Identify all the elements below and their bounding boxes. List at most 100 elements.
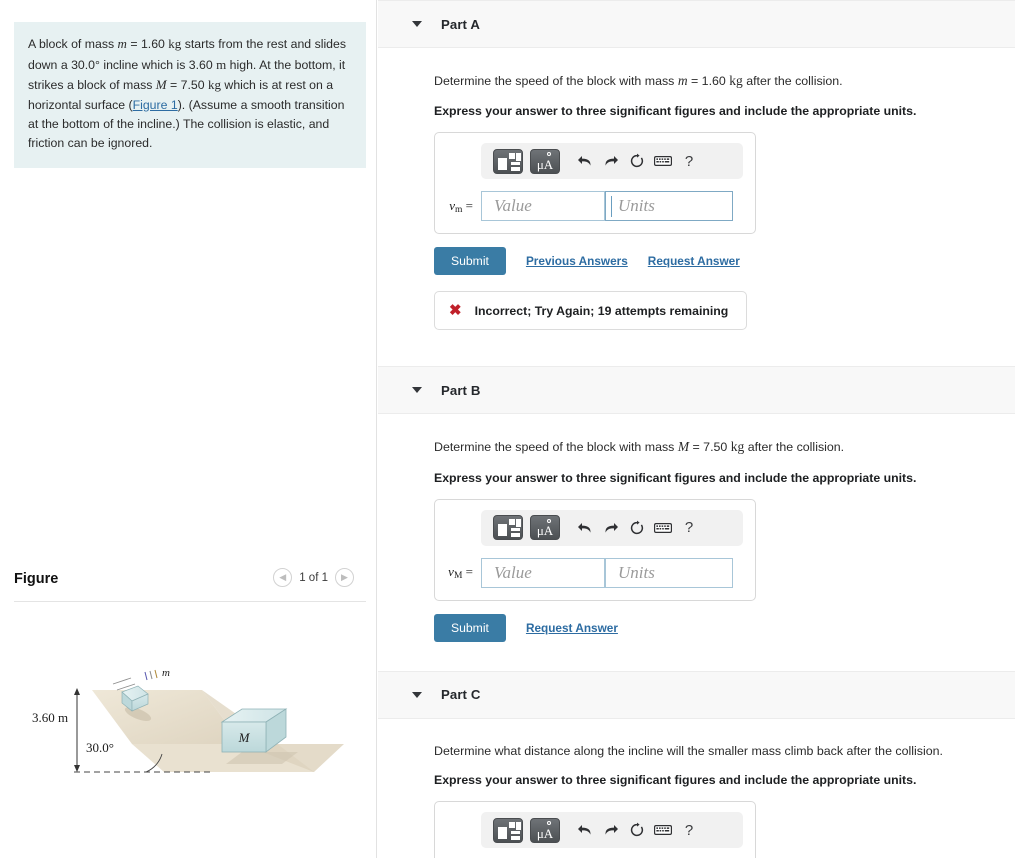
part-b-input-row: vM = Value Units [447, 557, 743, 588]
collapse-caret-icon[interactable] [412, 387, 422, 394]
collapse-caret-icon[interactable] [412, 21, 422, 27]
part-b-prompt: Determine the speed of the block with ma… [434, 414, 1024, 457]
figure-title: Figure [14, 571, 59, 587]
angle-label: 30.0° [86, 740, 114, 755]
part-a-answer-widget: μA ? vm = Value Units [434, 132, 756, 235]
figure-1-link[interactable]: Figure 1 [133, 98, 178, 112]
part-c-prompt: Determine what distance along the inclin… [434, 743, 943, 758]
height-label: 3.60 m [32, 710, 68, 725]
unit-kg: kg [168, 36, 182, 51]
problem-statement: A block of mass m = 1.60 kg starts from … [14, 22, 366, 168]
mass-M-symbol: M [155, 77, 167, 93]
unit-m: m [216, 56, 227, 72]
part-b-title: Part B [441, 382, 481, 398]
undo-icon[interactable] [572, 817, 598, 843]
math-template-button[interactable] [493, 817, 523, 843]
mass-m-symbol: m [117, 36, 127, 51]
keyboard-icon[interactable] [650, 148, 676, 174]
prompt-run: Determine the speed of the block with ma… [434, 74, 678, 88]
part-b-body: Determine the speed of the block with ma… [378, 414, 1024, 670]
part-a-previous-answers-link[interactable]: Previous Answers [526, 254, 628, 268]
right-panel: Part A Determine the speed of the block … [378, 0, 1024, 858]
incline-surface [92, 690, 242, 744]
prompt-run: after the collision. [742, 74, 843, 88]
part-c-body: Determine what distance along the inclin… [378, 719, 1024, 858]
left-panel: A block of mass m = 1.60 kg starts from … [0, 0, 377, 858]
part-c-header[interactable]: Part C [378, 670, 1015, 719]
units-template-button[interactable]: μA [530, 148, 560, 174]
part-c-answer-widget: μA ? d′A = [434, 801, 756, 858]
math-template-button[interactable] [493, 515, 523, 540]
keyboard-icon[interactable] [650, 515, 676, 541]
part-b-toolbar: μA ? [481, 509, 743, 546]
part-c-toolbar: μA ? [481, 812, 743, 849]
prompt-run: after the collision. [744, 440, 845, 455]
units-template-button[interactable]: μA [530, 515, 560, 540]
part-b-instruction: Express your answer to three significant… [434, 470, 917, 485]
prompt-variable: m [677, 73, 688, 88]
incline-collision-diagram: m M 3.60 m 30.0° [32, 667, 344, 773]
prompt-unit: kg [729, 73, 743, 88]
part-a-title: Part A [441, 16, 480, 32]
unit-kg: kg [208, 77, 222, 93]
part-a-toolbar: μA ? [481, 143, 743, 180]
variable-subscript: m [455, 204, 463, 215]
part-a-header[interactable]: Part A [378, 0, 1015, 48]
part-a-feedback: ✖ Incorrect; Try Again; 19 attempts rema… [434, 291, 748, 331]
math-template-button[interactable] [493, 148, 523, 174]
page-root: A block of mass m = 1.60 kg starts from … [0, 0, 1024, 858]
part-a-submit-row: Submit Previous Answers Request Answer [434, 247, 1024, 276]
redo-icon[interactable] [598, 817, 624, 843]
figure-page-indicator: 1 of 1 [299, 571, 328, 584]
part-a-instruction: Express your answer to three significant… [434, 104, 917, 119]
help-icon[interactable]: ? [676, 817, 702, 843]
part-b-submit-button[interactable]: Submit [434, 613, 506, 642]
error-x-icon: ✖ [449, 302, 462, 320]
units-template-button[interactable]: μA [530, 817, 560, 843]
part-b-answer-widget: μA ? vM = Value Units [434, 498, 756, 601]
part-a-value-input[interactable]: Value [481, 191, 605, 222]
height-arrow-top [74, 688, 80, 695]
part-b-request-answer-link[interactable]: Request Answer [526, 621, 618, 635]
prompt-unit: kg [730, 439, 745, 455]
reset-icon[interactable] [624, 148, 650, 174]
part-a-input-row: vm = Value Units [447, 191, 743, 222]
ring-accent-icon [547, 152, 551, 157]
units-button-label: μA [536, 156, 554, 172]
keyboard-icon[interactable] [650, 817, 676, 843]
help-icon[interactable]: ? [676, 148, 702, 174]
figure-header: Figure ◀ 1 of 1 ▶ [14, 568, 366, 594]
undo-icon[interactable] [572, 148, 598, 174]
part-b-variable-label: vM = [448, 564, 473, 581]
redo-icon[interactable] [598, 515, 624, 541]
figure-pagination: ◀ 1 of 1 ▶ [273, 568, 354, 587]
part-a-variable-label: vm = [449, 197, 473, 215]
part-b-submit-row: Submit Request Answer [434, 613, 1024, 642]
part-b-units-input[interactable]: Units [605, 557, 733, 588]
small-block-label: m [162, 667, 170, 679]
undo-icon[interactable] [572, 515, 598, 541]
height-arrow-bottom [74, 765, 80, 772]
prompt-run: = 7.50 [689, 440, 731, 455]
figure-divider [14, 601, 366, 602]
part-b-value-input[interactable]: Value [481, 557, 605, 588]
ring-accent-icon [547, 518, 551, 523]
problem-text-run: 1.60 [140, 37, 169, 51]
part-b-header[interactable]: Part B [378, 366, 1015, 415]
part-a-submit-button[interactable]: Submit [434, 247, 506, 276]
chevron-right-icon[interactable]: ▶ [335, 568, 354, 587]
prompt-variable: M [677, 439, 690, 455]
reset-icon[interactable] [624, 817, 650, 843]
problem-text-run: = [126, 37, 141, 51]
units-button-label: μA [536, 825, 554, 841]
collapse-caret-icon[interactable] [412, 691, 422, 698]
part-a-body: Determine the speed of the block with ma… [378, 48, 1024, 366]
chevron-left-icon[interactable]: ◀ [273, 568, 293, 587]
units-button-label: μA [536, 523, 554, 538]
ring-accent-icon [547, 821, 551, 826]
part-a-units-input[interactable]: Units [605, 191, 733, 222]
redo-icon[interactable] [598, 148, 624, 174]
reset-icon[interactable] [624, 515, 650, 541]
help-icon[interactable]: ? [676, 515, 702, 541]
part-a-request-answer-link[interactable]: Request Answer [648, 254, 740, 268]
